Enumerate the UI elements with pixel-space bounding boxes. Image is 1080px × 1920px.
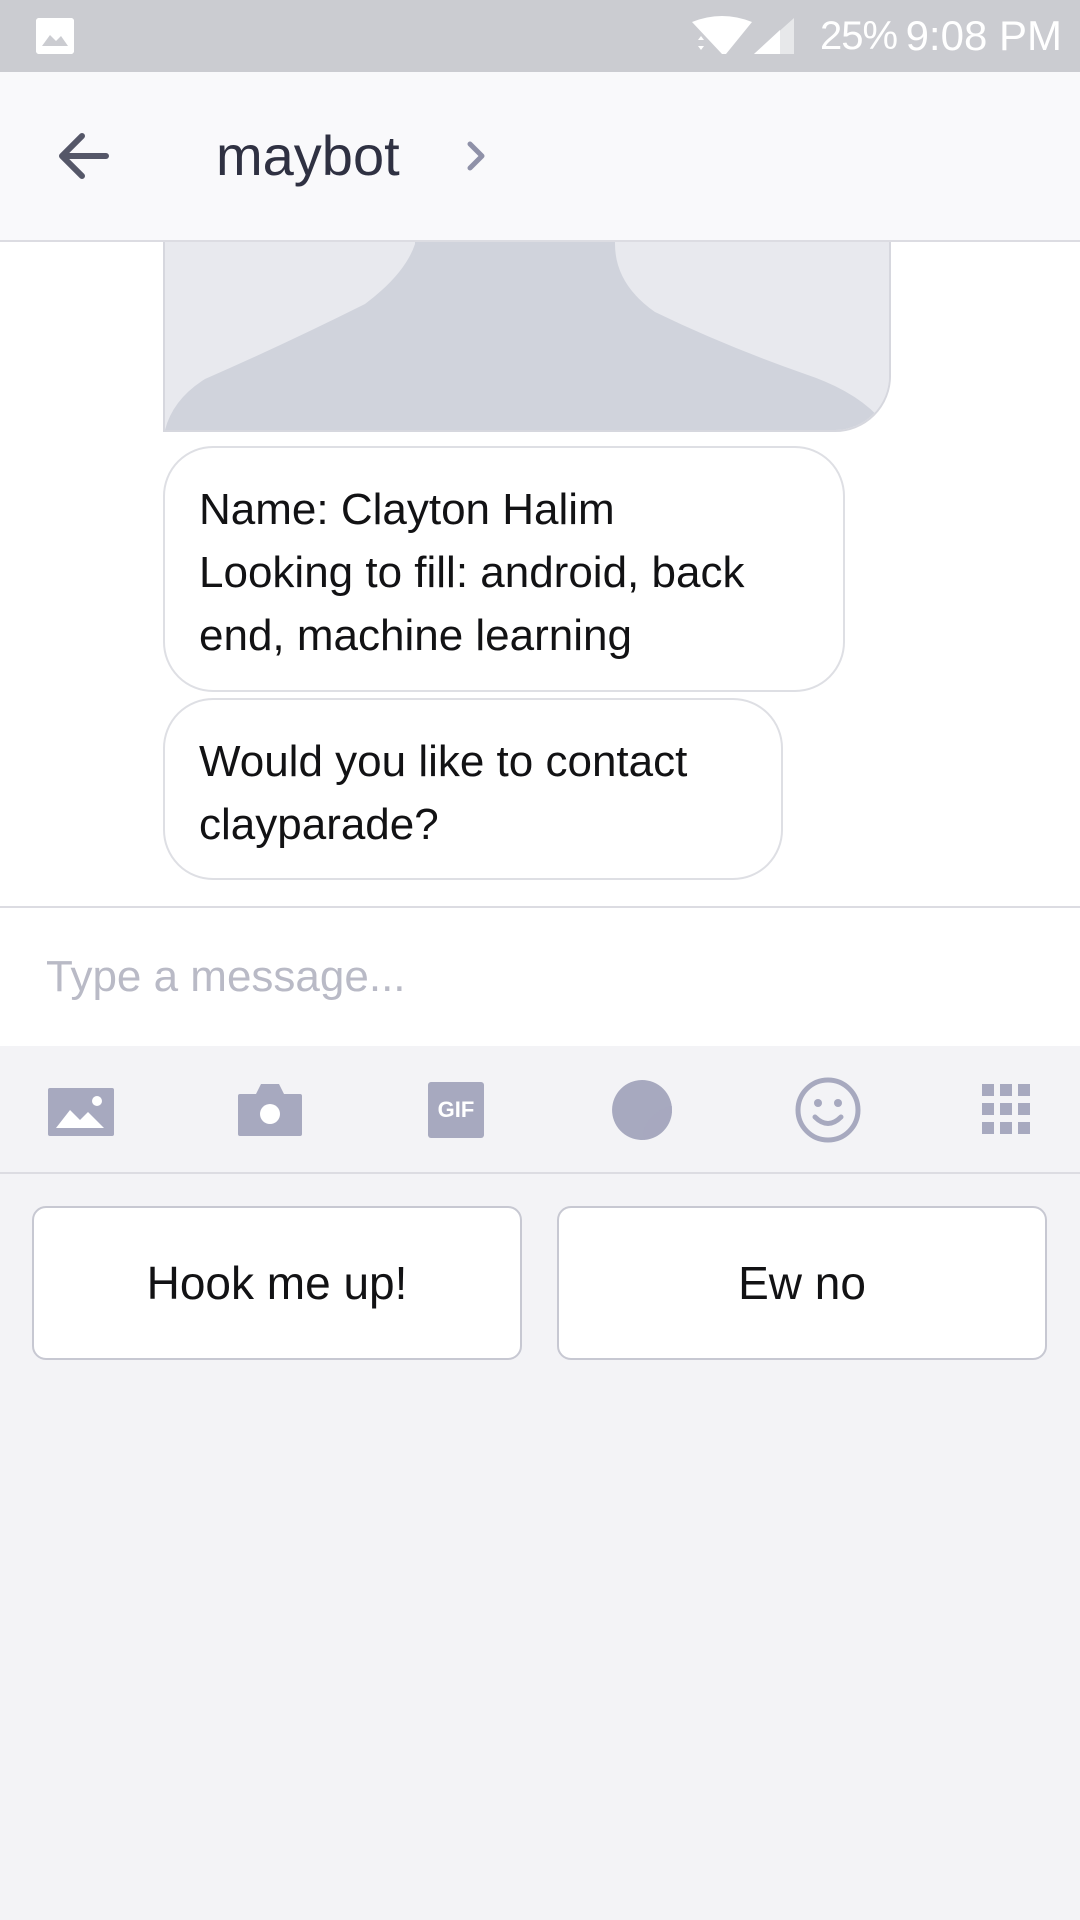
screen: 25% 9:08 PM maybot Name: Clayton Halim L…: [0, 0, 1080, 1920]
camera-icon[interactable]: [230, 1076, 310, 1144]
message-line: clayparade?: [199, 800, 439, 849]
profile-avatar-placeholder: [163, 242, 891, 432]
app-header: maybot: [0, 72, 1080, 242]
status-bar: 25% 9:08 PM: [0, 0, 1080, 72]
signal-icon: [754, 18, 794, 54]
message-line: end, machine learning: [199, 611, 632, 660]
gif-label: GIF: [428, 1082, 484, 1138]
message-line: Name: Clayton Halim: [199, 485, 615, 534]
message-input[interactable]: [46, 942, 1026, 1012]
gallery-notification-icon: [36, 18, 74, 54]
message-bubble-question: Would you like to contact clayparade?: [163, 698, 783, 880]
wifi-icon: [692, 16, 752, 54]
quick-reply-ew-no-button[interactable]: Ew no: [557, 1206, 1047, 1360]
message-line: Looking to fill: android, back: [199, 548, 745, 597]
emoji-icon[interactable]: [788, 1076, 868, 1144]
composer-toolbar: GIF: [0, 1046, 1080, 1174]
chat-area[interactable]: Name: Clayton Halim Looking to fill: and…: [0, 242, 1080, 906]
apps-grid-icon[interactable]: [968, 1076, 1048, 1144]
sticker-icon[interactable]: [602, 1076, 682, 1144]
clock: 9:08 PM: [905, 12, 1062, 59]
message-composer: [0, 906, 1080, 1048]
back-arrow-icon[interactable]: [44, 116, 124, 196]
photo-icon[interactable]: [42, 1076, 122, 1144]
message-bubble-profile: Name: Clayton Halim Looking to fill: and…: [163, 446, 845, 692]
gif-icon[interactable]: GIF: [416, 1076, 496, 1144]
battery-percentage: 25%: [820, 14, 898, 58]
conversation-title[interactable]: maybot: [216, 122, 400, 190]
message-line: Would you like to contact: [199, 737, 688, 786]
quick-reply-hook-me-up-button[interactable]: Hook me up!: [32, 1206, 522, 1360]
chevron-right-icon[interactable]: [458, 134, 494, 178]
